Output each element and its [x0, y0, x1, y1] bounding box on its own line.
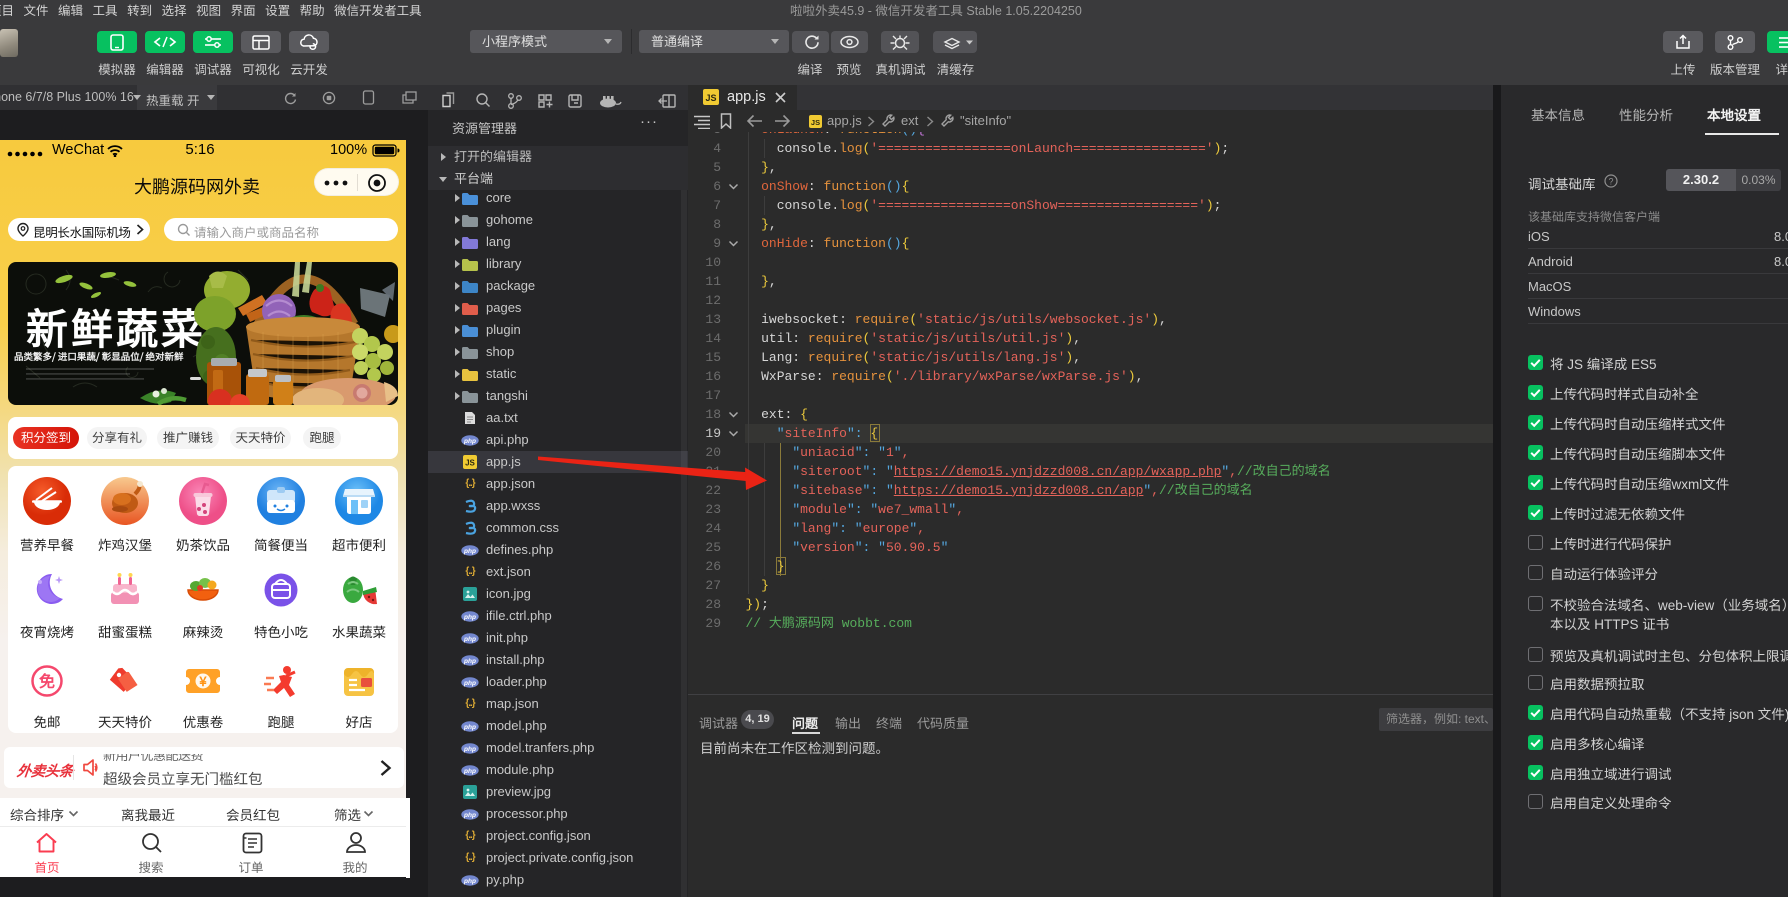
- svg-text:php: php: [463, 768, 476, 775]
- svg-text:php: php: [463, 680, 476, 687]
- svg-text:JS: JS: [705, 93, 716, 103]
- svg-text:免: 免: [39, 668, 55, 692]
- svg-text:php: php: [463, 658, 476, 665]
- svg-text:?: ?: [1608, 177, 1613, 187]
- svg-text:php: php: [463, 548, 476, 555]
- svg-text:¥: ¥: [198, 671, 207, 690]
- svg-text:php: php: [463, 438, 476, 445]
- svg-text:php: php: [463, 724, 476, 731]
- svg-text:JS: JS: [811, 118, 820, 127]
- svg-text:品类繁多/ 进口果蔬/ 彰显品位/ 绝对新鲜: 品类繁多/ 进口果蔬/ 彰显品位/ 绝对新鲜: [14, 349, 184, 363]
- svg-text:php: php: [463, 812, 476, 819]
- svg-text:php: php: [463, 614, 476, 621]
- svg-text:新鲜蔬菜: 新鲜蔬菜: [26, 296, 206, 357]
- svg-text:php: php: [463, 636, 476, 643]
- svg-text:JS: JS: [465, 458, 475, 467]
- svg-text:php: php: [463, 746, 476, 753]
- svg-text:php: php: [463, 878, 476, 885]
